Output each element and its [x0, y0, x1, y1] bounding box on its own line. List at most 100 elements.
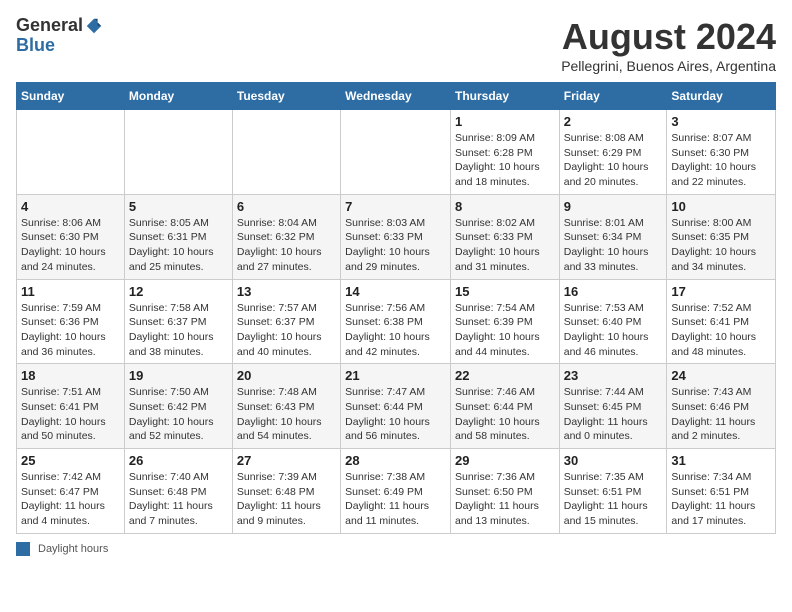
- day-cell: 22Sunrise: 7:46 AM Sunset: 6:44 PM Dayli…: [450, 364, 559, 449]
- day-cell: 11Sunrise: 7:59 AM Sunset: 6:36 PM Dayli…: [17, 279, 125, 364]
- day-number: 1: [455, 114, 555, 129]
- day-info: Sunrise: 7:52 AM Sunset: 6:41 PM Dayligh…: [671, 301, 771, 360]
- day-number: 27: [237, 453, 336, 468]
- day-info: Sunrise: 8:06 AM Sunset: 6:30 PM Dayligh…: [21, 216, 120, 275]
- week-row-0: 1 Sunrise: 8:09 AM Sunset: 6:28 PM Daylig…: [17, 110, 776, 195]
- day-number: 15: [455, 284, 555, 299]
- day-info: Sunrise: 8:03 AM Sunset: 6:33 PM Dayligh…: [345, 216, 446, 275]
- day-cell: 13 Sunrise: 7:57 AM Sunset: 6:37 PM Dayli…: [232, 279, 340, 364]
- day-cell: 25Sunrise: 7:42 AM Sunset: 6:47 PM Dayli…: [17, 449, 125, 534]
- day-number: 10: [671, 199, 771, 214]
- day-cell: [17, 110, 125, 195]
- day-info: Sunrise: 7:57 AM Sunset: 6:37 PM Dayligh…: [237, 301, 336, 360]
- week-row-2: 11Sunrise: 7:59 AM Sunset: 6:36 PM Dayli…: [17, 279, 776, 364]
- day-info: Sunrise: 8:01 AM Sunset: 6:34 PM Dayligh…: [564, 216, 663, 275]
- day-info: Sunrise: 7:43 AM Sunset: 6:46 PM Dayligh…: [671, 385, 771, 444]
- day-cell: 17 Sunrise: 7:52 AM Sunset: 6:41 PM Dayli…: [667, 279, 776, 364]
- day-number: 24: [671, 368, 771, 383]
- week-row-4: 25Sunrise: 7:42 AM Sunset: 6:47 PM Dayli…: [17, 449, 776, 534]
- day-number: 3: [671, 114, 771, 129]
- day-number: 19: [129, 368, 228, 383]
- header-cell-friday: Friday: [559, 83, 667, 110]
- day-cell: 3Sunrise: 8:07 AM Sunset: 6:30 PM Daylig…: [667, 110, 776, 195]
- day-number: 2: [564, 114, 663, 129]
- day-number: 31: [671, 453, 771, 468]
- day-info: Sunrise: 7:34 AM Sunset: 6:51 PM Dayligh…: [671, 470, 771, 529]
- day-number: 4: [21, 199, 120, 214]
- day-cell: 18Sunrise: 7:51 AM Sunset: 6:41 PM Dayli…: [17, 364, 125, 449]
- day-number: 7: [345, 199, 446, 214]
- logo-general: General: [16, 16, 83, 36]
- day-info: Sunrise: 7:51 AM Sunset: 6:41 PM Dayligh…: [21, 385, 120, 444]
- day-cell: 5Sunrise: 8:05 AM Sunset: 6:31 PM Daylig…: [124, 194, 232, 279]
- calendar-table: SundayMondayTuesdayWednesdayThursdayFrid…: [16, 82, 776, 534]
- day-cell: 23Sunrise: 7:44 AM Sunset: 6:45 PM Dayli…: [559, 364, 667, 449]
- header-cell-thursday: Thursday: [450, 83, 559, 110]
- day-number: 29: [455, 453, 555, 468]
- day-cell: [124, 110, 232, 195]
- day-number: 22: [455, 368, 555, 383]
- header-cell-sunday: Sunday: [17, 83, 125, 110]
- month-title: August 2024: [561, 16, 776, 58]
- day-cell: 9 Sunrise: 8:01 AM Sunset: 6:34 PM Daylig…: [559, 194, 667, 279]
- day-number: 14: [345, 284, 446, 299]
- day-cell: 27 Sunrise: 7:39 AM Sunset: 6:48 PM Dayli…: [232, 449, 340, 534]
- legend-label: Daylight hours: [38, 543, 108, 555]
- day-number: 17: [671, 284, 771, 299]
- day-cell: 16Sunrise: 7:53 AM Sunset: 6:40 PM Dayli…: [559, 279, 667, 364]
- day-cell: [232, 110, 340, 195]
- title-section: August 2024 Pellegrini, Buenos Aires, Ar…: [561, 16, 776, 74]
- logo-icon: [85, 17, 103, 35]
- day-cell: 4 Sunrise: 8:06 AM Sunset: 6:30 PM Daylig…: [17, 194, 125, 279]
- header-cell-tuesday: Tuesday: [232, 83, 340, 110]
- calendar-body: 1 Sunrise: 8:09 AM Sunset: 6:28 PM Daylig…: [17, 110, 776, 534]
- day-info: Sunrise: 7:36 AM Sunset: 6:50 PM Dayligh…: [455, 470, 555, 529]
- day-info: Sunrise: 7:35 AM Sunset: 6:51 PM Dayligh…: [564, 470, 663, 529]
- day-number: 8: [455, 199, 555, 214]
- day-info: Sunrise: 8:09 AM Sunset: 6:28 PM Dayligh…: [455, 131, 555, 190]
- day-info: Sunrise: 7:53 AM Sunset: 6:40 PM Dayligh…: [564, 301, 663, 360]
- day-number: 9: [564, 199, 663, 214]
- day-number: 30: [564, 453, 663, 468]
- week-row-1: 4 Sunrise: 8:06 AM Sunset: 6:30 PM Daylig…: [17, 194, 776, 279]
- day-number: 5: [129, 199, 228, 214]
- day-cell: 6Sunrise: 8:04 AM Sunset: 6:32 PM Daylig…: [232, 194, 340, 279]
- footer: Daylight hours: [16, 542, 776, 556]
- day-number: 25: [21, 453, 120, 468]
- logo-blue: Blue: [16, 35, 55, 55]
- header-cell-monday: Monday: [124, 83, 232, 110]
- day-number: 28: [345, 453, 446, 468]
- day-info: Sunrise: 7:39 AM Sunset: 6:48 PM Dayligh…: [237, 470, 336, 529]
- day-info: Sunrise: 7:50 AM Sunset: 6:42 PM Dayligh…: [129, 385, 228, 444]
- day-number: 13: [237, 284, 336, 299]
- day-info: Sunrise: 7:54 AM Sunset: 6:39 PM Dayligh…: [455, 301, 555, 360]
- day-number: 26: [129, 453, 228, 468]
- day-info: Sunrise: 7:48 AM Sunset: 6:43 PM Dayligh…: [237, 385, 336, 444]
- day-cell: 21Sunrise: 7:47 AM Sunset: 6:44 PM Dayli…: [341, 364, 451, 449]
- day-cell: 28Sunrise: 7:38 AM Sunset: 6:49 PM Dayli…: [341, 449, 451, 534]
- day-info: Sunrise: 7:56 AM Sunset: 6:38 PM Dayligh…: [345, 301, 446, 360]
- day-info: Sunrise: 7:58 AM Sunset: 6:37 PM Dayligh…: [129, 301, 228, 360]
- day-cell: 10 Sunrise: 8:00 AM Sunset: 6:35 PM Dayli…: [667, 194, 776, 279]
- day-cell: [341, 110, 451, 195]
- day-info: Sunrise: 8:00 AM Sunset: 6:35 PM Dayligh…: [671, 216, 771, 275]
- day-number: 21: [345, 368, 446, 383]
- logo: General Blue: [16, 16, 105, 56]
- location: Pellegrini, Buenos Aires, Argentina: [561, 58, 776, 74]
- day-cell: 8 Sunrise: 8:02 AM Sunset: 6:33 PM Daylig…: [450, 194, 559, 279]
- day-cell: 26Sunrise: 7:40 AM Sunset: 6:48 PM Dayli…: [124, 449, 232, 534]
- day-number: 6: [237, 199, 336, 214]
- day-cell: 19 Sunrise: 7:50 AM Sunset: 6:42 PM Dayli…: [124, 364, 232, 449]
- day-cell: 7 Sunrise: 8:03 AM Sunset: 6:33 PM Daylig…: [341, 194, 451, 279]
- header-row: SundayMondayTuesdayWednesdayThursdayFrid…: [17, 83, 776, 110]
- day-cell: 12 Sunrise: 7:58 AM Sunset: 6:37 PM Dayli…: [124, 279, 232, 364]
- day-number: 11: [21, 284, 120, 299]
- day-cell: 20Sunrise: 7:48 AM Sunset: 6:43 PM Dayli…: [232, 364, 340, 449]
- day-number: 12: [129, 284, 228, 299]
- calendar-header: SundayMondayTuesdayWednesdayThursdayFrid…: [17, 83, 776, 110]
- day-info: Sunrise: 7:44 AM Sunset: 6:45 PM Dayligh…: [564, 385, 663, 444]
- day-info: Sunrise: 8:02 AM Sunset: 6:33 PM Dayligh…: [455, 216, 555, 275]
- day-cell: 1 Sunrise: 8:09 AM Sunset: 6:28 PM Daylig…: [450, 110, 559, 195]
- day-cell: 24 Sunrise: 7:43 AM Sunset: 6:46 PM Dayli…: [667, 364, 776, 449]
- header-cell-wednesday: Wednesday: [341, 83, 451, 110]
